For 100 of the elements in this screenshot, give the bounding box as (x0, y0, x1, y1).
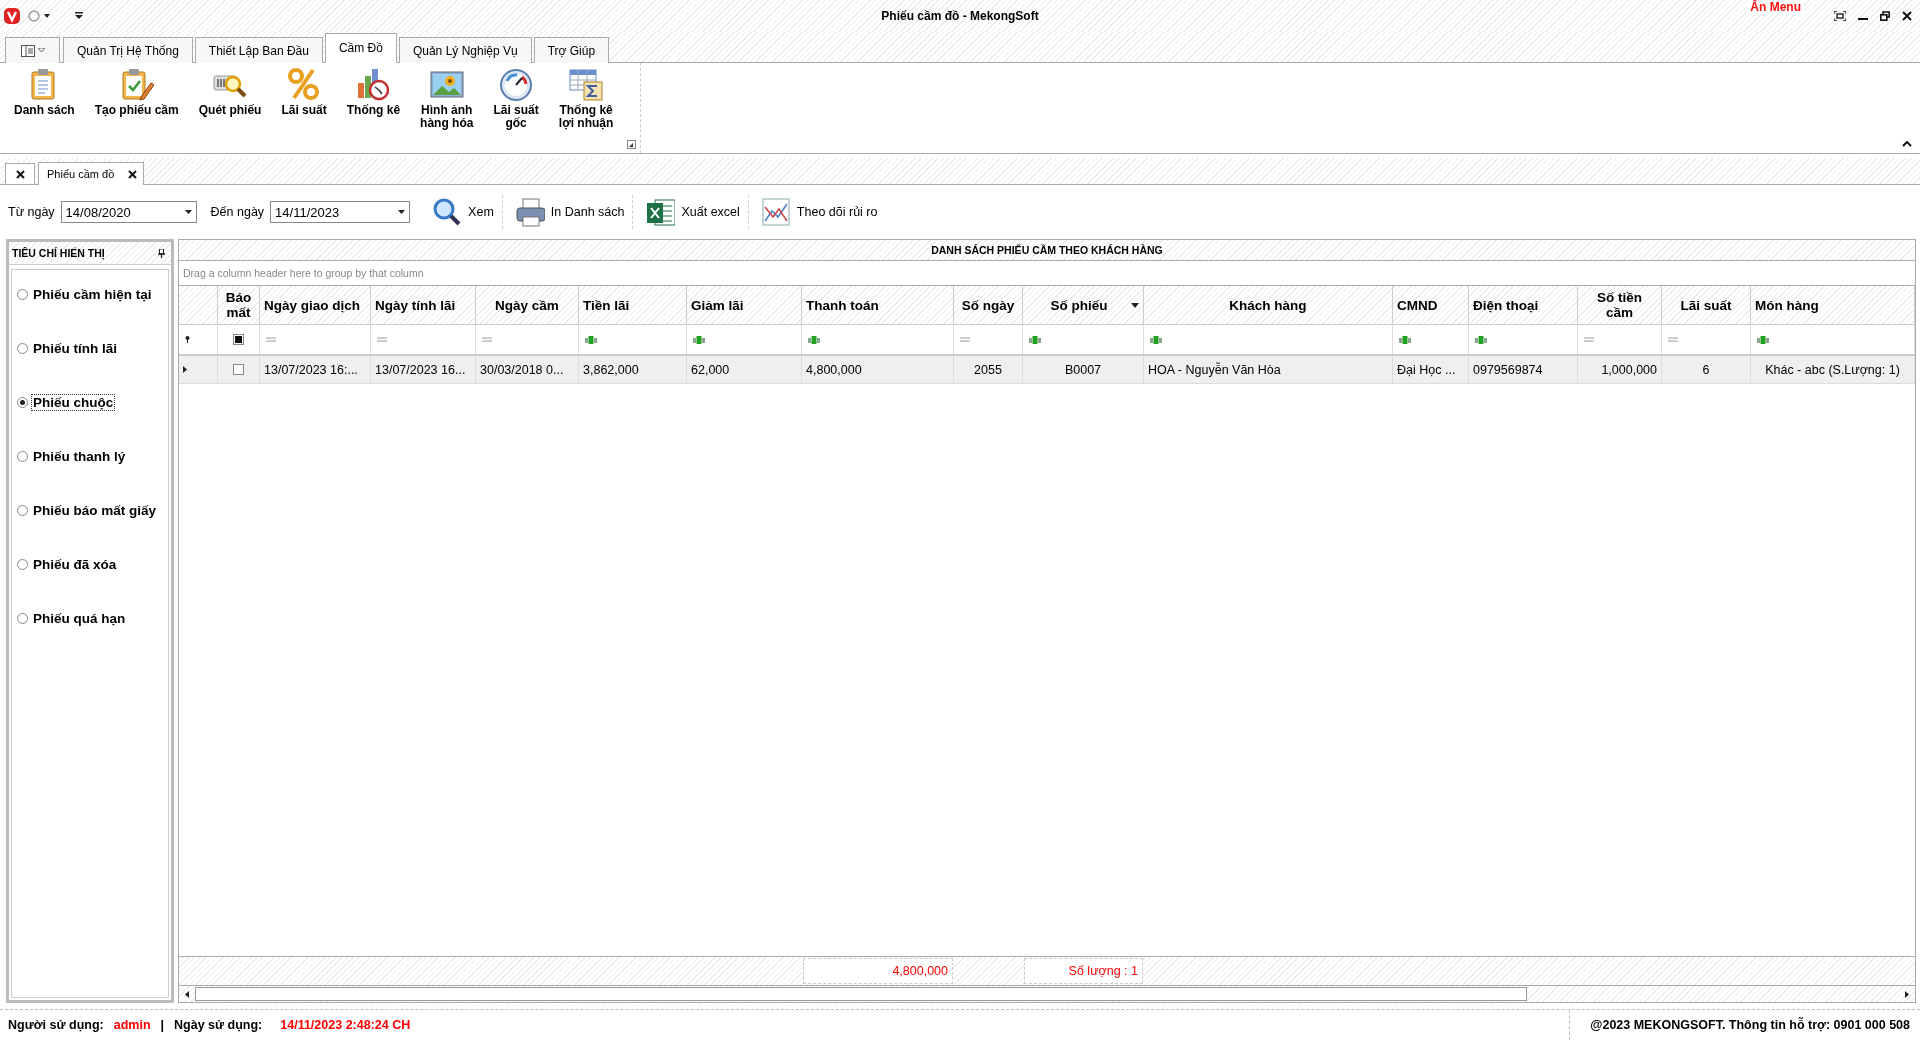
close-all-tabs-button[interactable] (5, 163, 35, 184)
criteria-radio-option[interactable]: Phiếu đã xóa (12, 554, 168, 575)
column-header[interactable]: Giảm lãi (687, 286, 802, 324)
criteria-radio-option[interactable]: Phiếu thanh lý (12, 446, 168, 467)
radio-button[interactable] (17, 397, 28, 408)
column-header[interactable]: Thanh toán (802, 286, 954, 324)
hide-menu-link[interactable]: Ẩn Menu (1747, 0, 1804, 14)
to-date-field[interactable]: 14/11/2023 (270, 201, 411, 223)
search-icon (432, 197, 463, 227)
toolbar-button[interactable]: Xem (424, 195, 503, 229)
radio-button[interactable] (17, 289, 28, 300)
copyright-text: @2023 MEKONGSOFT. Thông tin hỗ trợ: 0901 000 508 (1590, 1018, 1910, 1032)
ribbon-button[interactable]: Thống kê (336, 67, 411, 117)
ribbon-button[interactable]: Lãi suất gốc (483, 67, 549, 130)
grid-title: DANH SÁCH PHIẾU CẦM THEO KHÁCH HÀNG (179, 240, 1915, 261)
table-cell: 2055 (954, 356, 1023, 383)
user-name: admin (113, 1018, 151, 1032)
column-header[interactable]: Báo mất (218, 286, 260, 324)
column-header[interactable]: Số phiếu (1023, 286, 1144, 324)
text-filter-icon[interactable] (1475, 335, 1487, 344)
ribbon-tab[interactable]: Thiết Lập Ban Đầu (194, 37, 323, 63)
radio-button[interactable] (17, 613, 28, 624)
criteria-radio-option[interactable]: Phiếu báo mất giấy (12, 500, 168, 521)
column-header[interactable]: Lãi suất (1662, 286, 1751, 324)
to-date-label: Đến ngày (210, 205, 265, 219)
window-title: Phiếu cầm đồ - MekongSoft (881, 9, 1039, 23)
collapse-ribbon-icon[interactable] (1902, 141, 1912, 147)
text-filter-icon[interactable] (585, 335, 597, 344)
radio-button[interactable] (17, 451, 28, 462)
criteria-radio-option[interactable]: Phiếu cầm hiện tại (12, 284, 168, 305)
ribbon-tab[interactable]: Quản Lý Nghiệp Vụ (398, 37, 532, 63)
customize-toolbar-icon[interactable] (74, 11, 84, 21)
fullscreen-icon[interactable] (1834, 11, 1846, 21)
text-filter-icon[interactable] (1029, 335, 1041, 344)
column-header[interactable]: CMND (1393, 286, 1469, 324)
dropdown-caret-icon (398, 210, 406, 214)
view-menu-button[interactable] (5, 37, 60, 63)
ribbon-button[interactable]: Quét phiếu (188, 67, 272, 117)
column-header[interactable]: Tiền lãi (579, 286, 687, 324)
toolbar-button[interactable]: In Danh sách (506, 195, 634, 229)
logo-icon (4, 8, 20, 24)
scroll-right-icon[interactable] (1905, 990, 1909, 998)
table-cell: Đại Học ... (1393, 356, 1469, 383)
text-filter-icon[interactable] (1399, 335, 1411, 344)
scroll-left-icon[interactable] (185, 990, 189, 998)
column-header[interactable]: Ngày tính lãi (371, 286, 476, 324)
ribbon-tab[interactable]: Trợ Giúp (533, 37, 610, 63)
speedometer-icon (498, 67, 535, 101)
text-filter-icon[interactable] (1150, 335, 1162, 344)
column-header[interactable]: Khách hàng (1144, 286, 1393, 324)
column-header[interactable]: Ngày cầm (476, 286, 579, 324)
date-label: Ngày sử dụng: (174, 1018, 263, 1032)
table-cell: HOA - Nguyễn Văn Hòa (1144, 356, 1393, 383)
close-icon[interactable] (1902, 11, 1912, 21)
circle-dropdown-icon[interactable] (28, 10, 52, 22)
toolbar-button[interactable]: Xuất excel (637, 195, 749, 229)
table-cell: 3,862,000 (579, 356, 687, 383)
line-chart-icon (760, 197, 791, 227)
table-cell: 30/03/2018 0... (476, 356, 579, 383)
ribbon-tab[interactable]: Cầm Đồ (324, 33, 397, 63)
table-cell: Khác - abc (S.Lượng: 1) (1751, 356, 1915, 383)
user-label: Người sử dụng: (8, 1018, 104, 1032)
criteria-radio-option[interactable]: Phiếu tính lãi (12, 338, 168, 359)
text-filter-icon[interactable] (1757, 335, 1769, 344)
document-tab-label[interactable]: Phiếu cầm đồ (47, 168, 115, 180)
document-tab[interactable]: Phiếu cầm đồ (38, 162, 145, 185)
column-header[interactable]: Ngày giao dịch (260, 286, 371, 324)
column-header[interactable]: Số ngày (954, 286, 1023, 324)
text-filter-icon[interactable] (808, 335, 820, 344)
grid-row[interactable]: 13/07/2023 16:... 13/07/2023 16... 30/03/2018 0... 3,862,000 62,000 4,800,000 2055 B0007 HOA - Nguyễn Văn Hòa Đại Học ... 0979569874 1,000,000 6 Khác - abc (S.Lượng: 1) (179, 356, 1915, 384)
close-icon[interactable] (128, 169, 138, 179)
table-cell: 1,000,000 (1578, 356, 1662, 383)
table-cell: 13/07/2023 16:... (260, 356, 371, 383)
ribbon-tab[interactable]: Quản Trị Hệ Thống (63, 37, 193, 63)
dialog-launcher-icon[interactable] (627, 140, 636, 149)
from-date-field[interactable]: 14/08/2020 (60, 201, 197, 223)
close-icon (15, 169, 25, 179)
text-filter-icon[interactable] (693, 335, 705, 344)
toolbar-button[interactable]: Theo dõi rủi ro (752, 195, 886, 229)
radio-button[interactable] (17, 559, 28, 570)
scrollbar-thumb[interactable] (195, 987, 1527, 1001)
panel-icon (20, 44, 35, 57)
radio-button[interactable] (17, 343, 28, 354)
session-date: 14/11/2023 2:48:24 CH (280, 1018, 411, 1032)
restore-icon[interactable] (1880, 11, 1890, 21)
ribbon-button[interactable]: Lãi suất (271, 67, 337, 117)
ribbon-button[interactable]: Danh sách (4, 67, 85, 117)
column-header[interactable]: Điện thoại (1469, 286, 1578, 324)
radio-button[interactable] (17, 505, 28, 516)
current-row-icon (183, 366, 187, 373)
pin-icon[interactable] (158, 248, 165, 258)
filter-checkbox[interactable] (233, 334, 244, 345)
lost-checkbox[interactable] (233, 364, 244, 375)
ribbon-button[interactable]: Hình ảnh hàng hóa (410, 67, 484, 130)
criteria-radio-option[interactable]: Phiếu quá hạn (12, 608, 168, 629)
ribbon-button[interactable]: Tạo phiếu cầm (84, 67, 189, 117)
criteria-radio-option[interactable]: Phiếu chuộc (12, 392, 168, 413)
column-header[interactable]: Món hàng (1751, 286, 1915, 324)
ribbon-button[interactable]: Thống kê lợi nhuận (548, 67, 624, 130)
column-header[interactable]: Số tiền cầm (1578, 286, 1662, 324)
